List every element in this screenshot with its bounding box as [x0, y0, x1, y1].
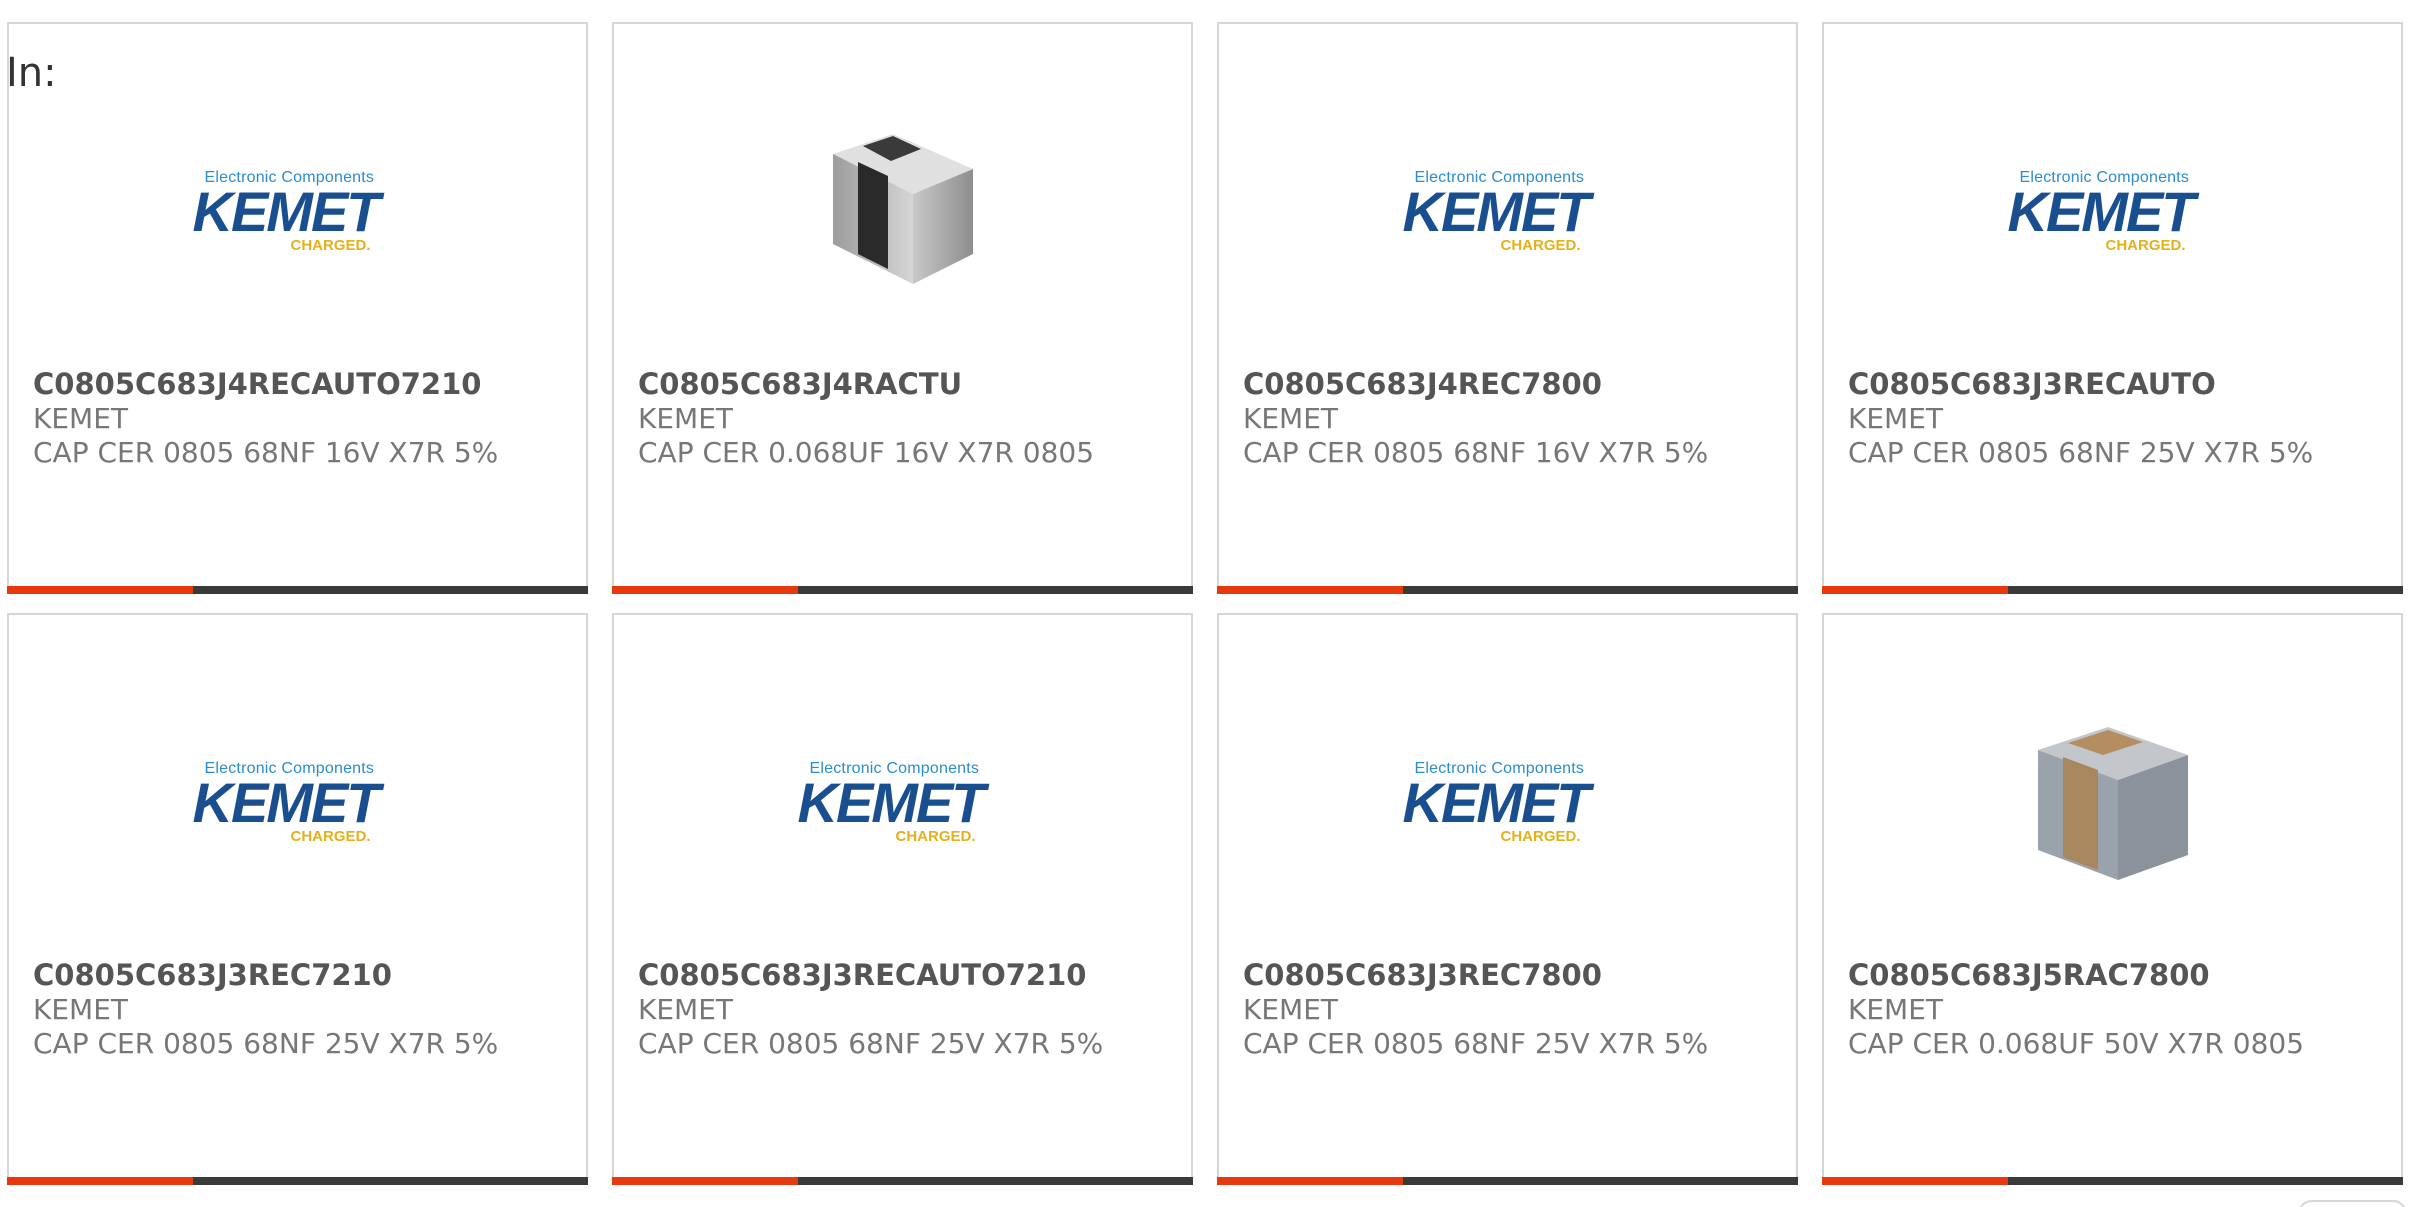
progress-bar — [1822, 1177, 2403, 1185]
part-number[interactable]: C0805C683J5RAC7800 — [1848, 957, 2391, 993]
product-card-6[interactable]: Electronic Components KEMET CHARGED. C08… — [612, 613, 1193, 1185]
product-card-7[interactable]: Electronic Components KEMET CHARGED. C08… — [1217, 613, 1798, 1185]
logo-sub: CHARGED. — [2105, 237, 2186, 254]
product-info: C0805C683J3REC7800 KEMET CAP CER 0805 68… — [1243, 957, 1786, 1061]
progress-fill — [1822, 586, 2008, 594]
product-description: CAP CER 0805 68NF 25V X7R 5% — [1243, 1027, 1709, 1060]
progress-fill — [1217, 1177, 1403, 1185]
product-info: C0805C683J3RECAUTO KEMET CAP CER 0805 68… — [1848, 366, 2391, 470]
product-grid: Electronic Components KEMET CHARGED. C08… — [7, 22, 2403, 1185]
progress-bar — [1822, 586, 2403, 594]
manufacturer: KEMET — [1848, 402, 1944, 435]
progress-fill — [1822, 1177, 2008, 1185]
part-number[interactable]: C0805C683J4RACTU — [638, 366, 1181, 402]
logo-sub: CHARGED. — [290, 237, 371, 254]
part-number[interactable]: C0805C683J3REC7800 — [1243, 957, 1786, 993]
kemet-logo: Electronic Components KEMET CHARGED. — [2008, 169, 2218, 259]
product-image — [1824, 675, 2401, 935]
part-number[interactable]: C0805C683J3RECAUTO — [1848, 366, 2391, 402]
product-image: Electronic Components KEMET CHARGED. — [1824, 84, 2401, 344]
product-card-8[interactable]: C0805C683J5RAC7800 KEMET CAP CER 0.068UF… — [1822, 613, 2403, 1185]
manufacturer: KEMET — [33, 993, 129, 1026]
product-image: Electronic Components KEMET CHARGED. — [1219, 675, 1796, 935]
manufacturer: KEMET — [638, 993, 734, 1026]
progress-fill — [7, 586, 193, 594]
product-info: C0805C683J3RECAUTO7210 KEMET CAP CER 080… — [638, 957, 1181, 1061]
logo-wordmark: KEMET — [1402, 771, 1591, 834]
logo-wordmark: KEMET — [797, 771, 986, 834]
product-description: CAP CER 0.068UF 16V X7R 0805 — [638, 436, 1095, 469]
product-info: C0805C683J3REC7210 KEMET CAP CER 0805 68… — [33, 957, 576, 1061]
in-label: In: — [6, 50, 57, 96]
product-card-3[interactable]: Electronic Components KEMET CHARGED. C08… — [1217, 22, 1798, 594]
part-number[interactable]: C0805C683J3REC7210 — [33, 957, 576, 993]
product-results-page: In: Electronic Components KEMET CHARGED.… — [0, 0, 2410, 1207]
manufacturer: KEMET — [1848, 993, 1944, 1026]
progress-fill — [1217, 586, 1403, 594]
logo-wordmark: KEMET — [192, 180, 381, 243]
product-info: C0805C683J5RAC7800 KEMET CAP CER 0.068UF… — [1848, 957, 2391, 1061]
product-description: CAP CER 0805 68NF 25V X7R 5% — [1848, 436, 2314, 469]
product-card-5[interactable]: Electronic Components KEMET CHARGED. C08… — [7, 613, 588, 1185]
product-card-1[interactable]: Electronic Components KEMET CHARGED. C08… — [7, 22, 588, 594]
logo-sub: CHARGED. — [895, 828, 976, 845]
progress-fill — [7, 1177, 193, 1185]
progress-bar — [1217, 586, 1798, 594]
progress-bar — [7, 586, 588, 594]
product-image — [614, 84, 1191, 344]
product-description: CAP CER 0805 68NF 25V X7R 5% — [638, 1027, 1104, 1060]
product-info: C0805C683J4REC7800 KEMET CAP CER 0805 68… — [1243, 366, 1786, 470]
kemet-logo: Electronic Components KEMET CHARGED. — [1403, 169, 1613, 259]
product-info: C0805C683J4RECAUTO7210 KEMET CAP CER 080… — [33, 366, 576, 470]
product-description: CAP CER 0805 68NF 25V X7R 5% — [33, 1027, 499, 1060]
manufacturer: KEMET — [33, 402, 129, 435]
part-number[interactable]: C0805C683J4REC7800 — [1243, 366, 1786, 402]
product-card-2[interactable]: C0805C683J4RACTU KEMET CAP CER 0.068UF 1… — [612, 22, 1193, 594]
kemet-logo: Electronic Components KEMET CHARGED. — [798, 760, 1008, 850]
logo-wordmark: KEMET — [2007, 180, 2196, 243]
progress-bar — [7, 1177, 588, 1185]
product-card-4[interactable]: Electronic Components KEMET CHARGED. C08… — [1822, 22, 2403, 594]
manufacturer: KEMET — [1243, 402, 1339, 435]
black-chip-capacitor-image — [832, 134, 973, 284]
progress-bar — [612, 1177, 1193, 1185]
progress-bar — [612, 586, 1193, 594]
product-image: Electronic Components KEMET CHARGED. — [9, 675, 586, 935]
kemet-logo: Electronic Components KEMET CHARGED. — [1403, 760, 1613, 850]
logo-sub: CHARGED. — [290, 828, 371, 845]
kemet-logo: Electronic Components KEMET CHARGED. — [193, 169, 403, 259]
manufacturer: KEMET — [1243, 993, 1339, 1026]
product-info: C0805C683J4RACTU KEMET CAP CER 0.068UF 1… — [638, 366, 1181, 470]
product-description: CAP CER 0805 68NF 16V X7R 5% — [1243, 436, 1709, 469]
progress-fill — [612, 1177, 798, 1185]
progress-fill — [612, 586, 798, 594]
progress-bar — [1217, 1177, 1798, 1185]
tan-chip-capacitor-image — [2037, 727, 2188, 880]
product-image: Electronic Components KEMET CHARGED. — [9, 84, 586, 344]
logo-wordmark: KEMET — [1402, 180, 1591, 243]
part-number[interactable]: C0805C683J3RECAUTO7210 — [638, 957, 1181, 993]
part-number[interactable]: C0805C683J4RECAUTO7210 — [33, 366, 576, 402]
manufacturer: KEMET — [638, 402, 734, 435]
logo-sub: CHARGED. — [1500, 828, 1581, 845]
product-image: Electronic Components KEMET CHARGED. — [614, 675, 1191, 935]
logo-wordmark: KEMET — [192, 771, 381, 834]
logo-sub: CHARGED. — [1500, 237, 1581, 254]
kemet-logo: Electronic Components KEMET CHARGED. — [193, 760, 403, 850]
product-description: CAP CER 0.068UF 50V X7R 0805 — [1848, 1027, 2305, 1060]
product-description: CAP CER 0805 68NF 16V X7R 5% — [33, 436, 499, 469]
product-image: Electronic Components KEMET CHARGED. — [1219, 84, 1796, 344]
scroll-button[interactable] — [2298, 1200, 2407, 1207]
